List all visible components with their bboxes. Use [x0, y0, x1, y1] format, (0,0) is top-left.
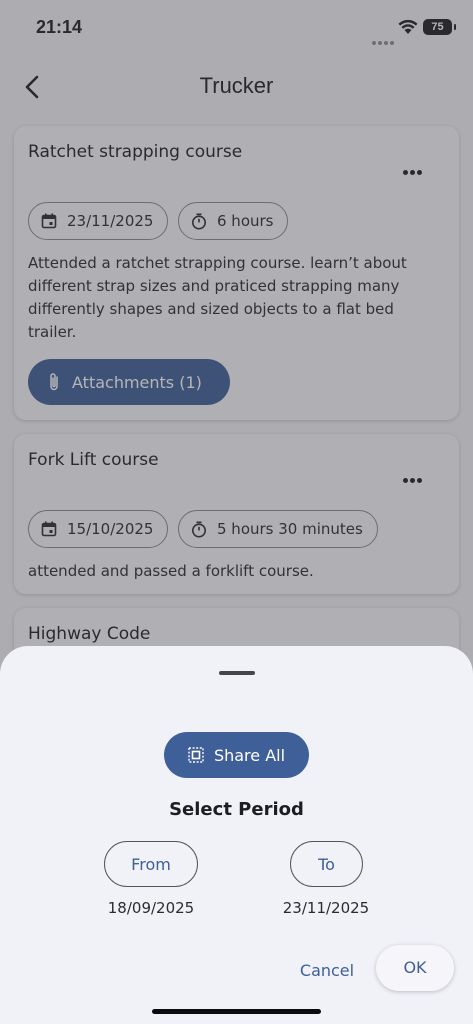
to-label: To: [318, 854, 335, 874]
share-all-button[interactable]: Share All: [164, 732, 309, 778]
to-date-button[interactable]: To: [290, 841, 363, 887]
from-label: From: [131, 854, 171, 874]
from-date-value: 18/09/2025: [107, 899, 195, 917]
share-bottom-sheet: Share All Select Period From To 18/09/20…: [0, 646, 473, 1024]
drag-handle[interactable]: [219, 671, 255, 675]
from-date-button[interactable]: From: [104, 841, 198, 887]
ok-button[interactable]: OK: [376, 945, 454, 991]
home-indicator: [152, 1009, 321, 1014]
select-all-icon: [188, 747, 204, 763]
select-period-heading: Select Period: [169, 799, 304, 820]
to-date-value: 23/11/2025: [282, 899, 370, 917]
cancel-button[interactable]: Cancel: [294, 956, 360, 986]
share-all-label: Share All: [213, 745, 286, 765]
